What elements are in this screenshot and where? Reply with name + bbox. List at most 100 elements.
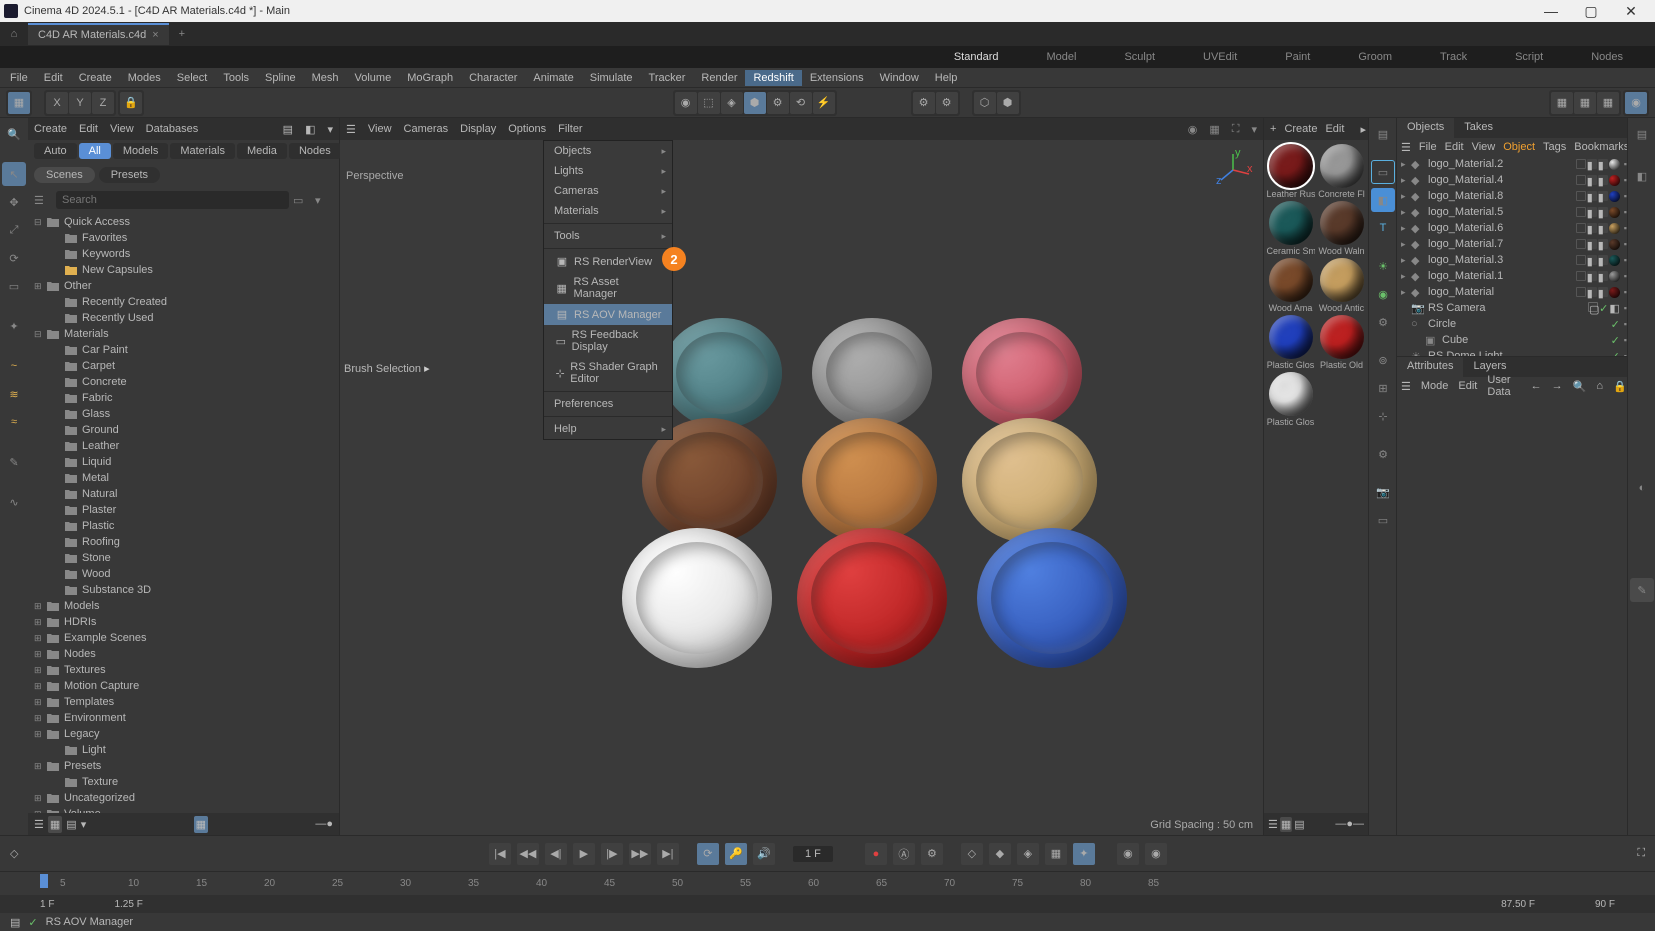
obj-menu-item[interactable]: View (1472, 141, 1496, 153)
lock-icon[interactable]: 🔒 (1613, 380, 1627, 393)
menu-redshift[interactable]: Redshift (745, 70, 801, 86)
menu-item-aov-manager[interactable]: ▤RS AOV Manager (544, 304, 672, 325)
move-tool-icon[interactable]: ✥ (2, 190, 26, 214)
menu-edit[interactable]: Edit (36, 70, 71, 86)
object-row[interactable]: ○Circle✓▪ (1397, 316, 1627, 332)
object-row[interactable]: ▸◆logo_Material.3▮▮▪ (1397, 252, 1627, 268)
filter-mode-all[interactable]: All (79, 143, 111, 159)
axis-z-button[interactable]: Z (92, 92, 114, 114)
cloner-icon[interactable]: ⊚ (1371, 348, 1395, 372)
search-option-icon[interactable]: ▾ (315, 194, 333, 207)
menu-item-lights[interactable]: Lights▸ (544, 161, 672, 181)
tree-item[interactable]: Light (28, 742, 339, 758)
tree-item[interactable]: Fabric (28, 390, 339, 406)
menu-render[interactable]: Render (693, 70, 745, 86)
tree-item[interactable]: Carpet (28, 358, 339, 374)
place-tool-icon[interactable]: ▭ (2, 274, 26, 298)
tree-item[interactable]: ⊞Uncategorized (28, 790, 339, 806)
tree-item[interactable]: Keywords (28, 246, 339, 262)
view-icon[interactable]: ☰ (1268, 818, 1278, 831)
tree-item[interactable]: ⊞Textures (28, 662, 339, 678)
select-tool-icon[interactable]: ↖ (2, 162, 26, 186)
menu-item-objects[interactable]: Objects▸ (544, 141, 672, 161)
material-swatch[interactable]: Wood Waln (1317, 201, 1366, 256)
perspective-viewport[interactable]: Perspective Brush Selection ▸ Grid Spaci… (340, 140, 1263, 835)
material-swatch[interactable]: Ceramic Sm (1266, 201, 1315, 256)
filter-icon[interactable]: ☰ (34, 194, 52, 207)
view-icon[interactable]: ▦ (1280, 817, 1292, 832)
tree-item[interactable]: ⊞Motion Capture (28, 678, 339, 694)
menu-file[interactable]: File (2, 70, 36, 86)
vp-icon[interactable]: ⛶ (1232, 123, 1240, 136)
menu-select[interactable]: Select (169, 70, 216, 86)
key-icon[interactable]: ▦ (1045, 843, 1067, 865)
tree-item[interactable]: Recently Used (28, 310, 339, 326)
tree-item[interactable]: Metal (28, 470, 339, 486)
panel-toggle-icon[interactable]: ▤ (1371, 122, 1395, 146)
tree-item[interactable]: Glass (28, 406, 339, 422)
key-icon[interactable]: ◇ (961, 843, 983, 865)
end-range[interactable]: 87.50 F (1471, 899, 1565, 910)
material-swatch[interactable]: Plastic Glos (1266, 372, 1315, 427)
menu-volume[interactable]: Volume (347, 70, 400, 86)
menu-modes[interactable]: Modes (120, 70, 169, 86)
tree-item[interactable]: Substance 3D (28, 582, 339, 598)
tree-item[interactable]: ⊞HDRIs (28, 614, 339, 630)
pen-icon[interactable]: ✎ (1630, 578, 1654, 602)
viewport-menu[interactable]: Cameras (404, 123, 449, 135)
menu-item-tools[interactable]: Tools▸ (544, 226, 672, 246)
filter-pill-scenes[interactable]: Scenes (34, 167, 95, 183)
tool-icon[interactable]: ◉ (1625, 92, 1647, 114)
spline-pen-icon[interactable]: ∿ (2, 490, 26, 514)
tree-item[interactable]: ⊞Environment (28, 710, 339, 726)
attr-menu-item[interactable]: Edit (1458, 380, 1477, 392)
tab-objects[interactable]: Objects (1397, 118, 1454, 138)
layout-mode-script[interactable]: Script (1491, 51, 1567, 63)
tree-item[interactable]: Concrete (28, 374, 339, 390)
tool-icon[interactable]: ◉ (675, 92, 697, 114)
text-primitive-icon[interactable]: T (1371, 216, 1395, 240)
tree-item[interactable]: ⊞Models (28, 598, 339, 614)
layout-mode-track[interactable]: Track (1416, 51, 1491, 63)
marker-icon[interactable]: ◉ (1117, 843, 1139, 865)
search-icon[interactable]: 🔍 (1573, 380, 1587, 393)
vp-icon[interactable]: ◉ (1188, 123, 1198, 136)
search-icon[interactable]: 🔍 (2, 122, 26, 146)
layout-mode-model[interactable]: Model (1022, 51, 1100, 63)
obj-menu-item[interactable]: Object (1503, 141, 1535, 153)
nodes-icon[interactable]: ⊹ (1371, 404, 1395, 428)
object-row[interactable]: ▸◆logo_Material.8▮▮▪ (1397, 188, 1627, 204)
viewport-menu-icon[interactable]: ☰ (346, 123, 356, 136)
tree-item[interactable]: Roofing (28, 534, 339, 550)
material-swatch[interactable]: Leather Rus (1266, 144, 1315, 199)
menu-window[interactable]: Window (872, 70, 927, 86)
next-frame-icon[interactable]: |▶ (601, 843, 623, 865)
view-icon[interactable]: ▤ (1294, 818, 1304, 831)
nav-back-icon[interactable]: ← (1531, 380, 1542, 392)
home-icon[interactable]: ⌂ (0, 22, 28, 46)
more-icon[interactable]: ▸ (1360, 123, 1366, 136)
tool-icon[interactable]: ⚙ (1371, 442, 1395, 466)
material-swatch[interactable]: Wood Antic (1317, 258, 1366, 313)
panel-icon[interactable]: ▤ (283, 123, 293, 136)
current-frame-field[interactable]: 1 F (793, 846, 833, 862)
layout-mode-paint[interactable]: Paint (1261, 51, 1334, 63)
start-frame[interactable]: 1 F (10, 899, 84, 910)
menu-item-feedback[interactable]: ▭RS Feedback Display (544, 325, 672, 357)
vp-icon[interactable]: ▾ (1251, 123, 1257, 136)
view-icon[interactable]: ▤ (66, 818, 76, 831)
object-row[interactable]: ▸◆logo_Material.4▮▮▪ (1397, 172, 1627, 188)
lock-icon[interactable]: 🔒 (120, 92, 142, 114)
tree-item[interactable]: ⊞Presets (28, 758, 339, 774)
tree-item[interactable]: Plastic (28, 518, 339, 534)
tree-item[interactable]: ⊟Quick Access (28, 214, 339, 230)
sound-icon[interactable]: 🔊 (753, 843, 775, 865)
materials-menu-item[interactable]: Create (1284, 123, 1317, 135)
layout-mode-uvedit[interactable]: UVEdit (1179, 51, 1261, 63)
layout-button[interactable]: ▦ (8, 92, 30, 114)
slider-handle[interactable]: —●— (1335, 818, 1364, 830)
tool-icon[interactable]: ⬚ (698, 92, 720, 114)
add-tab-button[interactable]: + (169, 24, 195, 44)
obj-menu-item[interactable]: Tags (1543, 141, 1566, 153)
start-range[interactable]: 1.25 F (84, 899, 172, 910)
